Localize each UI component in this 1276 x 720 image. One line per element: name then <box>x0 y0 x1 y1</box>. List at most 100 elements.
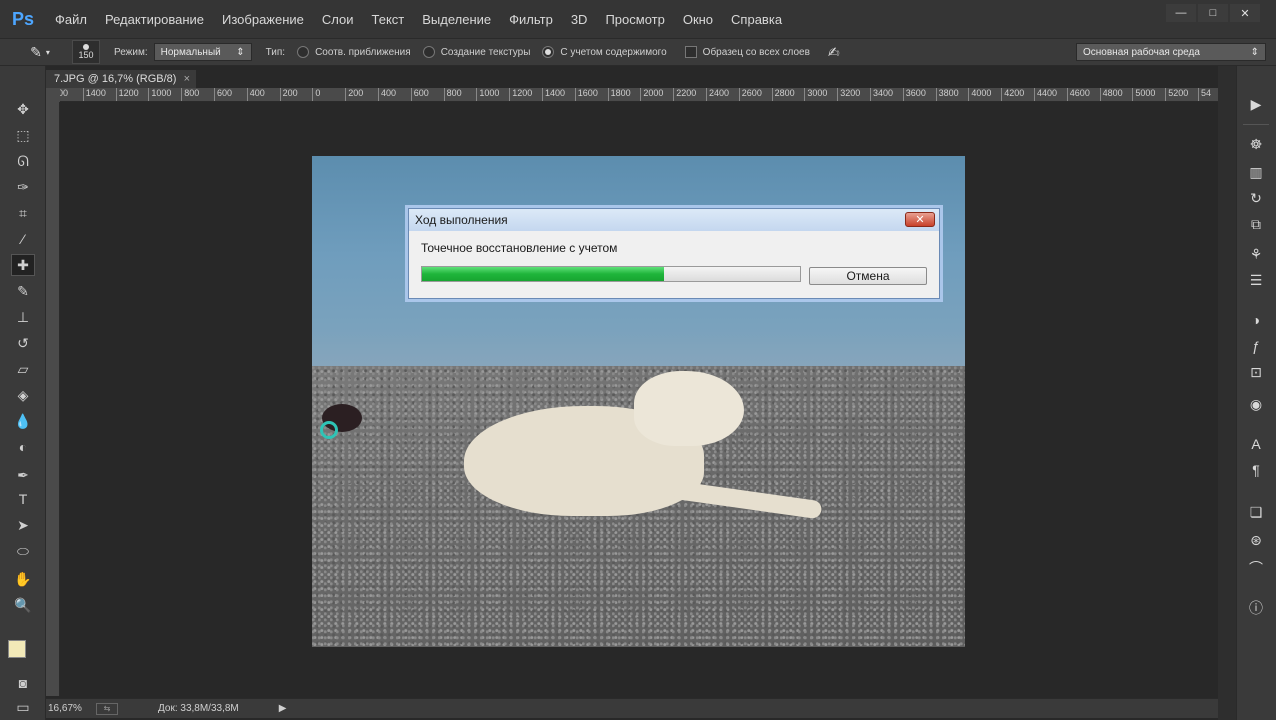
foreground-color-swatch[interactable] <box>8 640 26 658</box>
mode-select[interactable]: Нормальный ⇕ <box>153 43 252 61</box>
ruler-tick: 1400 <box>82 88 106 101</box>
dialog-title-bar: Ход выполнения <box>409 209 939 231</box>
type-radio-proximity[interactable] <box>297 46 310 58</box>
styles-icon[interactable]: ƒ <box>1245 336 1267 356</box>
photoshop-logo: Ps <box>11 8 35 29</box>
type-label-proximity: Соотв. приближения <box>315 46 411 58</box>
ruler-tick: 400 <box>378 88 396 101</box>
dialog-message: Точечное восстановление с учетом <box>421 241 618 255</box>
ruler-tick: 4800 <box>1099 88 1123 101</box>
brush-tool-icon[interactable]: ✎ <box>11 280 35 302</box>
info-panel-icon[interactable]: ⊡ <box>1245 362 1267 382</box>
menu-image[interactable]: Изображение <box>213 12 313 27</box>
play-actions-icon[interactable]: ▶ <box>1245 94 1267 114</box>
menu-bar: Ps Файл Редактирование Изображение Слои … <box>0 0 1276 38</box>
document-tab[interactable]: 7.JPG @ 16,7% (RGB/8) × <box>46 70 196 88</box>
clone-stamp-tool-icon[interactable]: ⊥ <box>11 306 35 328</box>
paths-icon[interactable]: ⌒ <box>1245 558 1267 578</box>
menu-view[interactable]: Просмотр <box>596 12 673 27</box>
type-label: Тип: <box>265 46 286 58</box>
ruler-tick: 200 <box>279 88 298 101</box>
panel-separator <box>1243 124 1269 125</box>
clone-source-icon[interactable]: ⧉ <box>1245 214 1267 234</box>
menu-help[interactable]: Справка <box>722 12 791 27</box>
menu-file[interactable]: Файл <box>46 12 96 27</box>
minimize-button[interactable]: — <box>1166 4 1196 22</box>
blur-tool-icon[interactable]: 💧 <box>11 410 35 432</box>
layers-icon[interactable]: ❏ <box>1245 502 1267 522</box>
eraser-tool-icon[interactable]: ▱ <box>11 358 35 380</box>
toolbox: ✥ ⬚ ᘏ ✑ ⌗ ⁄ ✚ ✎ ⊥ ↺ ▱ ◈ 💧 ◐ ✒ T ➤ ⬭ ✋ 🔍 … <box>0 66 46 720</box>
progress-dialog: Ход выполнения ✕ Точечное восстановление… <box>408 208 940 299</box>
healing-brush-icon: ✎ <box>30 43 42 60</box>
menu-window[interactable]: Окно <box>674 12 722 27</box>
type-radio-content-aware[interactable] <box>542 46 555 58</box>
menu-layers[interactable]: Слои <box>313 12 363 27</box>
quick-selection-tool-icon[interactable]: ✑ <box>11 176 35 198</box>
status-menu-arrow[interactable]: ▶ <box>279 703 287 714</box>
marquee-tool-icon[interactable]: ⬚ <box>11 124 35 146</box>
move-tool-icon[interactable]: ✥ <box>11 98 35 120</box>
brush-size-picker[interactable]: 150 <box>72 40 100 64</box>
cancel-button[interactable]: Отмена <box>809 267 927 285</box>
spot-healing-brush-tool-icon[interactable]: ✚ <box>11 254 35 276</box>
options-bar: ✎ ▾ 150 Режим: Нормальный ⇕ Тип: Соотв. п… <box>0 38 1276 66</box>
ruler-tick: 54 <box>1198 88 1211 101</box>
pen-tool-icon[interactable]: ✒ <box>11 464 35 486</box>
zoom-level[interactable]: 16,67% <box>46 703 96 714</box>
history-icon[interactable]: ↻ <box>1245 188 1267 208</box>
tool-preset-picker[interactable]: ✎ ▾ <box>22 40 58 64</box>
select-arrows-icon: ⇕ <box>1250 46 1259 58</box>
ruler-tick: 3000 <box>804 88 827 101</box>
character-icon[interactable]: A <box>1245 434 1267 454</box>
navigator-icon[interactable]: ☸ <box>1245 134 1267 154</box>
maximize-button[interactable]: □ <box>1198 4 1228 22</box>
ruler-tick: 0 <box>312 88 320 101</box>
crop-tool-icon[interactable]: ⌗ <box>11 202 35 224</box>
screen-mode-icon[interactable]: ▭ <box>11 696 35 718</box>
paragraph-icon[interactable]: ¶ <box>1245 460 1267 480</box>
zoom-tool-icon[interactable]: 🔍 <box>11 594 35 616</box>
quick-mask-icon[interactable]: ◙ <box>11 672 35 694</box>
properties-info-icon[interactable]: ⓘ <box>1245 598 1267 618</box>
channels-icon[interactable]: ⊛ <box>1245 530 1267 550</box>
paint-bucket-tool-icon[interactable]: ◈ <box>11 384 35 406</box>
type-tool-icon[interactable]: T <box>11 488 35 510</box>
ruler-tick: 3600 <box>902 88 926 101</box>
menu-3d[interactable]: 3D <box>562 12 597 27</box>
ellipse-tool-icon[interactable]: ⬭ <box>11 540 35 562</box>
brush-presets-icon[interactable]: ⚘ <box>1245 244 1267 264</box>
ruler-tick: 800 <box>181 88 199 101</box>
type-radio-texture[interactable] <box>422 46 435 58</box>
progress-bar <box>421 266 801 282</box>
menu-select[interactable]: Выделение <box>413 12 500 27</box>
color-icon[interactable]: ◑ <box>1245 310 1267 330</box>
adjustments-icon[interactable]: ☰ <box>1245 270 1267 290</box>
ruler-tick: 400 <box>246 88 265 101</box>
menu-filter[interactable]: Фильтр <box>500 12 562 27</box>
histogram-icon[interactable]: ▥ <box>1245 162 1267 182</box>
swatches-icon[interactable]: ◉ <box>1245 394 1267 414</box>
eyedropper-tool-icon[interactable]: ⁄ <box>11 228 35 250</box>
dodge-tool-icon[interactable]: ◐ <box>11 436 35 458</box>
status-export-icon[interactable]: ⇆ <box>96 702 118 715</box>
ruler-tick: 3400 <box>870 88 893 101</box>
menu-edit[interactable]: Редактирование <box>96 12 213 27</box>
pressure-brush-icon[interactable]: ✍ <box>828 44 840 61</box>
ruler-tick: 2000 <box>640 88 663 101</box>
path-selection-tool-icon[interactable]: ➤ <box>11 514 35 536</box>
menu-type[interactable]: Текст <box>363 12 414 27</box>
vertical-ruler <box>46 102 60 696</box>
close-window-button[interactable]: ✕ <box>1230 4 1260 22</box>
workspace-select[interactable]: Основная рабочая среда ⇕ <box>1076 43 1266 61</box>
ruler-tick: 1200 <box>509 88 532 101</box>
mode-value: Нормальный <box>160 46 221 58</box>
dialog-close-button[interactable]: ✕ <box>905 212 935 227</box>
sample-all-layers-checkbox[interactable] <box>684 46 697 58</box>
hand-tool-icon[interactable]: ✋ <box>11 568 35 590</box>
window-controls: — □ ✕ <box>1166 4 1260 22</box>
history-brush-tool-icon[interactable]: ↺ <box>11 332 35 354</box>
lasso-tool-icon[interactable]: ᘏ <box>11 150 35 172</box>
document-tab-title: 7.JPG @ 16,7% (RGB/8) <box>54 73 177 85</box>
tab-close-icon[interactable]: × <box>184 73 190 85</box>
